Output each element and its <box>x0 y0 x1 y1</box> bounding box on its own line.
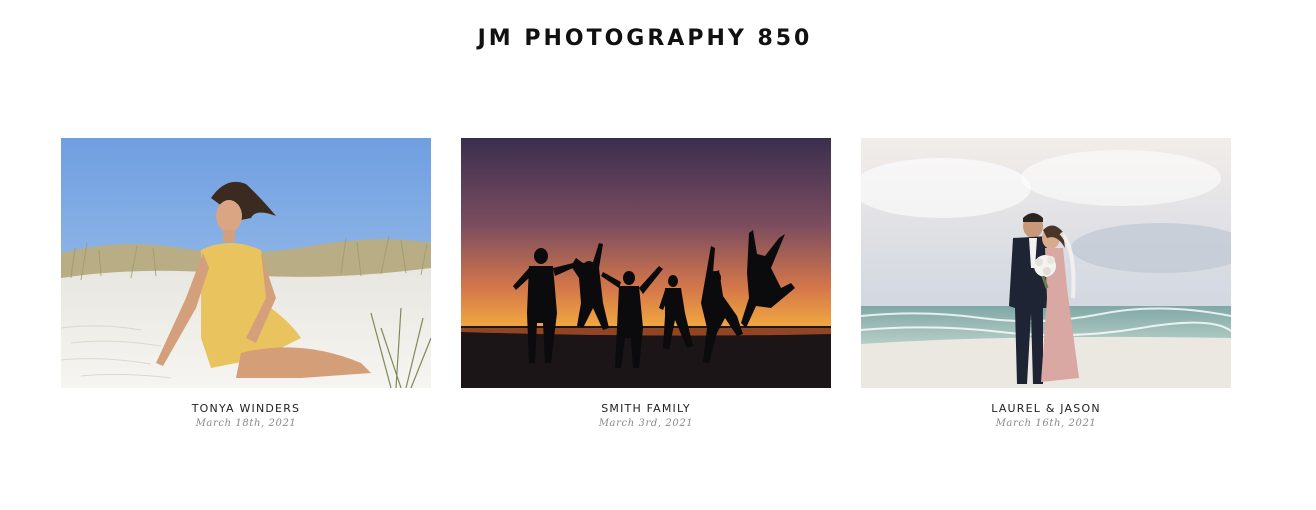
gallery-date: March 18th, 2021 <box>195 418 297 429</box>
gallery-date: March 3rd, 2021 <box>598 418 694 429</box>
site-title[interactable]: JM PHOTOGRAPHY 850 <box>0 26 1290 51</box>
gallery-card-laurel-jason[interactable]: LAUREL & JASON March 16th, 2021 <box>861 138 1231 429</box>
gallery-date: March 16th, 2021 <box>995 418 1097 429</box>
gallery-title[interactable]: SMITH FAMILY <box>461 402 831 415</box>
gallery-thumbnail-sunset-silhouettes[interactable] <box>461 138 831 388</box>
gallery-title[interactable]: LAUREL & JASON <box>861 402 1231 415</box>
gallery-card-tonya-winders[interactable]: TONYA WINDERS March 18th, 2021 <box>61 138 431 429</box>
beach-wedding-image <box>861 138 1231 388</box>
gallery-thumbnail-beach-wedding[interactable] <box>861 138 1231 388</box>
gallery-title[interactable]: TONYA WINDERS <box>61 402 431 415</box>
beach-portrait-image <box>61 138 431 388</box>
gallery-thumbnail-beach-portrait[interactable] <box>61 138 431 388</box>
gallery-card-smith-family[interactable]: SMITH FAMILY March 3rd, 2021 <box>461 138 831 429</box>
gallery-grid: TONYA WINDERS March 18th, 2021 SMITH FAM… <box>61 138 1231 429</box>
sunset-silhouettes-image <box>461 138 831 388</box>
